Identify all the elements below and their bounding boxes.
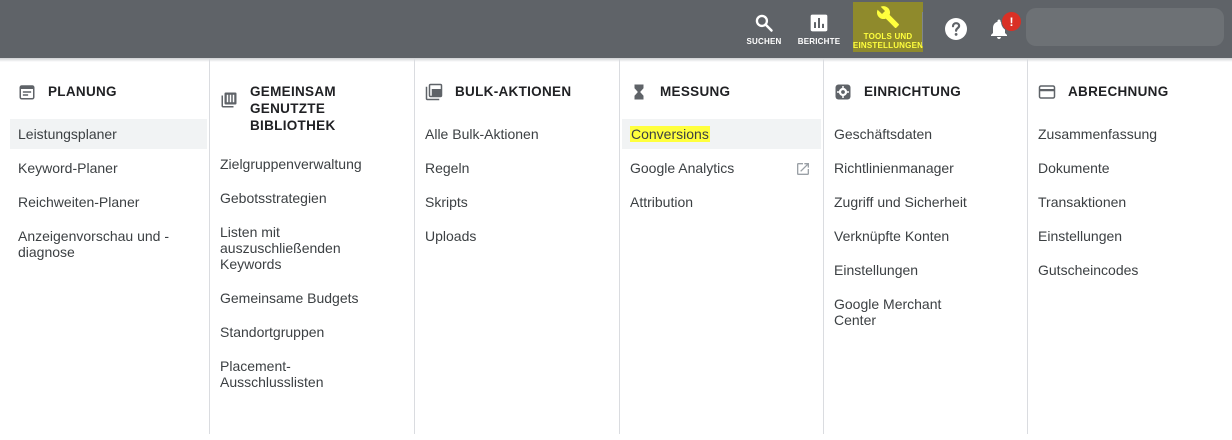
menu-item-conversions[interactable]: Conversions — [622, 119, 821, 149]
column-header: ABRECHNUNG — [1038, 83, 1222, 101]
column-header: EINRICHTUNG — [834, 83, 1017, 101]
menu-item-label: Google Analytics — [630, 160, 735, 176]
menu-item-zusammenfassung[interactable]: Zusammenfassung — [1030, 119, 1230, 149]
help-icon — [945, 18, 967, 40]
menu-item-einstellungen-abrechnung[interactable]: Einstellungen — [1030, 221, 1230, 251]
account-switcher[interactable] — [1026, 8, 1224, 46]
search-icon — [755, 14, 773, 32]
title-line: BIBLIOTHEK — [250, 118, 336, 133]
column-messung: MESSUNG Conversions Google Analytics Att… — [619, 59, 823, 434]
column-header: BULK-AKTIONEN — [425, 83, 609, 101]
column-planung: PLANUNG Leistungsplaner Keyword-Planer R… — [8, 59, 209, 434]
menu-item-verknuepfte-konten[interactable]: Verknüpfte Konten — [826, 221, 1025, 251]
menu-item-regeln[interactable]: Regeln — [417, 153, 617, 183]
tools-label-line1: TOOLS UND — [863, 31, 913, 41]
column-bulk-aktionen: BULK-AKTIONEN Alle Bulk-Aktionen Regeln … — [414, 59, 619, 434]
calendar-icon — [19, 85, 35, 100]
menu-item-einstellungen[interactable]: Einstellungen — [826, 255, 1025, 285]
menu-item-google-merchant-center[interactable]: Google Merchant Center — [826, 289, 972, 335]
hourglass-icon — [634, 84, 644, 100]
tools-label-line2: EINSTELLUNGEN — [852, 40, 924, 50]
menu-item-alle-bulk-aktionen[interactable]: Alle Bulk-Aktionen — [417, 119, 617, 149]
title-line: GEMEINSAM — [250, 84, 336, 99]
reports-button[interactable]: BERICHTE — [796, 0, 842, 58]
menu-item-uploads[interactable]: Uploads — [417, 221, 617, 251]
menu-item-zugriff-und-sicherheit[interactable]: Zugriff und Sicherheit — [826, 187, 1025, 217]
toolbar-divider — [922, 12, 923, 46]
column-title: GEMEINSAM GENUTZTE BIBLIOTHEK — [250, 83, 336, 134]
menu-item-ausschluss-keywords[interactable]: Listen mit auszuschließenden Keywords — [212, 217, 368, 279]
menu-item-attribution[interactable]: Attribution — [622, 187, 821, 217]
menu-item-gemeinsame-budgets[interactable]: Gemeinsame Budgets — [212, 283, 412, 313]
menu-item-transaktionen[interactable]: Transaktionen — [1030, 187, 1230, 217]
menu-item-keyword-planer[interactable]: Keyword-Planer — [10, 153, 207, 183]
gear-box-icon — [835, 84, 851, 100]
open-in-new-icon — [797, 163, 809, 175]
notification-badge: ! — [1001, 11, 1022, 32]
column-title: BULK-AKTIONEN — [455, 84, 572, 99]
menu-item-gutscheincodes[interactable]: Gutscheincodes — [1030, 255, 1230, 285]
menu-item-gebotsstrategien[interactable]: Gebotsstrategien — [212, 183, 412, 213]
conversions-highlight: Conversions — [630, 126, 710, 142]
search-button[interactable]: SUCHEN — [744, 0, 784, 58]
menu-item-dokumente[interactable]: Dokumente — [1030, 153, 1230, 183]
column-title: MESSUNG — [660, 84, 731, 99]
reports-label: BERICHTE — [797, 36, 841, 46]
column-header: PLANUNG — [18, 83, 199, 101]
column-abrechnung: ABRECHNUNG Zusammenfassung Dokumente Tra… — [1027, 59, 1232, 434]
wrench-icon — [876, 5, 899, 28]
column-title: ABRECHNUNG — [1068, 84, 1169, 99]
credit-card-icon — [1038, 85, 1056, 99]
column-header: GEMEINSAM GENUTZTE BIBLIOTHEK — [220, 83, 404, 134]
title-line: GENUTZTE — [250, 101, 326, 116]
help-button[interactable] — [944, 17, 968, 41]
bar-chart-icon — [810, 14, 828, 31]
menu-item-reichweiten-planer[interactable]: Reichweiten-Planer — [10, 187, 207, 217]
copy-stack-icon — [425, 83, 443, 101]
tools-label: TOOLS UND EINSTELLUNGEN — [853, 32, 923, 50]
search-label: SUCHEN — [746, 36, 782, 46]
library-icon — [221, 92, 237, 108]
column-header: MESSUNG — [630, 83, 813, 101]
column-bibliothek: GEMEINSAM GENUTZTE BIBLIOTHEK Zielgruppe… — [209, 59, 414, 434]
menu-item-skripts[interactable]: Skripts — [417, 187, 617, 217]
column-einrichtung: EINRICHTUNG Geschäftsdaten Richtlinienma… — [823, 59, 1027, 434]
menu-item-geschaeftsdaten[interactable]: Geschäftsdaten — [826, 119, 1025, 149]
menu-item-standortgruppen[interactable]: Standortgruppen — [212, 317, 412, 347]
menu-item-google-analytics[interactable]: Google Analytics — [622, 153, 821, 183]
column-title: PLANUNG — [48, 84, 117, 99]
menu-item-zielgruppenverwaltung[interactable]: Zielgruppenverwaltung — [212, 149, 412, 179]
column-title: EINRICHTUNG — [864, 84, 962, 99]
menu-item-richtlinienmanager[interactable]: Richtlinienmanager — [826, 153, 1025, 183]
top-bar: SUCHEN BERICHTE TOOLS UND EINSTELLUNGEN — [0, 0, 1232, 58]
menu-item-leistungsplaner[interactable]: Leistungsplaner — [10, 119, 207, 149]
tools-and-settings-button[interactable]: TOOLS UND EINSTELLUNGEN — [853, 2, 923, 52]
menu-item-placement-ausschlusslisten[interactable]: Placement-Ausschlusslisten — [212, 351, 348, 397]
menu-item-anzeigenvorschau[interactable]: Anzeigenvorschau und -diagnose — [10, 221, 186, 267]
